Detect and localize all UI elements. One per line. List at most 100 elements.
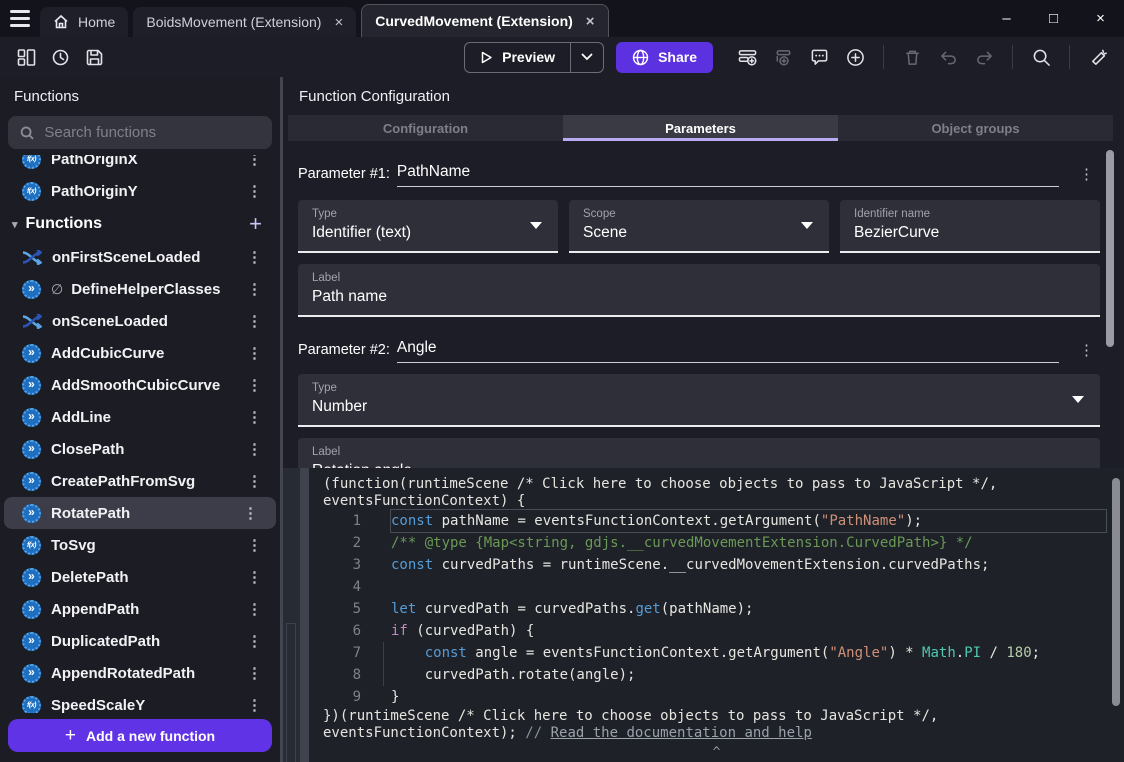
trash-icon[interactable] (898, 43, 926, 71)
menu-icon[interactable] (0, 0, 40, 37)
wand-icon[interactable] (1084, 43, 1112, 71)
function-item-AppendPath[interactable]: »AppendPath⋮ (0, 593, 280, 625)
item-menu-icon[interactable]: ⋮ (243, 600, 266, 618)
item-menu-icon[interactable]: ⋮ (243, 568, 266, 586)
item-menu-icon[interactable]: ⋮ (243, 408, 266, 426)
item-menu-icon[interactable]: ⋮ (239, 504, 262, 522)
function-item-PathOriginY[interactable]: f(x)PathOriginY⋮ (0, 175, 280, 207)
field-label: Scope (583, 208, 815, 220)
item-menu-icon[interactable]: ⋮ (243, 280, 266, 298)
function-item-AddCubicCurve[interactable]: »AddCubicCurve⋮ (0, 337, 280, 369)
function-item-AddLine[interactable]: »AddLine⋮ (0, 401, 280, 433)
parameters-scrollbar[interactable] (1106, 150, 1114, 347)
tab-boidsmovement[interactable]: BoidsMovement (Extension) × (133, 7, 356, 37)
code-line[interactable]: 6if (curvedPath) { (323, 620, 1124, 642)
function-item-onFirstSceneLoaded[interactable]: onFirstSceneLoaded⋮ (0, 241, 280, 273)
save-icon[interactable] (80, 43, 108, 71)
maximize-icon[interactable]: □ (1030, 0, 1077, 37)
tab-configuration[interactable]: Configuration (288, 115, 563, 141)
code-line[interactable]: 9} (323, 686, 1124, 708)
preview-button[interactable]: Preview (465, 43, 570, 72)
parameter-1-identifier-name-input[interactable]: Identifier name BezierCurve (840, 200, 1100, 253)
code-line[interactable]: 5let curvedPath = curvedPaths.get(pathNa… (323, 598, 1124, 620)
tab-curvedmovement[interactable]: CurvedMovement (Extension) × (361, 4, 608, 37)
search-functions-input[interactable] (44, 124, 260, 141)
item-menu-icon[interactable]: ⋮ (243, 664, 266, 682)
parameter-menu-icon[interactable]: ⋮ (1073, 165, 1100, 187)
item-menu-icon[interactable]: ⋮ (243, 248, 266, 266)
add-subevent-icon[interactable] (769, 43, 797, 71)
editor-scrollbar[interactable] (1112, 478, 1120, 706)
caret-down-icon[interactable]: ▾ (12, 218, 18, 231)
function-item-label: onSceneLoaded (52, 313, 233, 330)
item-menu-icon[interactable]: ⋮ (243, 472, 266, 490)
code-wrapper-line[interactable]: })(runtimeScene /* Click here to choose … (323, 708, 1124, 725)
item-menu-icon[interactable]: ⋮ (243, 344, 266, 362)
minimize-icon[interactable]: – (983, 0, 1030, 37)
comment-icon[interactable] (805, 43, 833, 71)
add-new-function-button[interactable]: + Add a new function (8, 719, 272, 752)
function-item-ClosePath[interactable]: »ClosePath⋮ (0, 433, 280, 465)
item-menu-icon[interactable]: ⋮ (243, 440, 266, 458)
parameter-1-name-input[interactable]: PathName (397, 163, 1059, 187)
parameter-2-name-input[interactable]: Angle (397, 339, 1059, 363)
code-line[interactable]: 7 const angle = eventsFunctionContext.ge… (323, 642, 1124, 664)
undo-icon[interactable] (934, 43, 962, 71)
javascript-code-editor[interactable]: (function(runtimeScene /* Click here to … (283, 468, 1124, 762)
function-item-label: AddSmoothCubicCurve (51, 377, 233, 394)
function-item-label: DeletePath (51, 569, 233, 586)
parameter-1-type-select[interactable]: Type Identifier (text) (298, 200, 558, 253)
item-menu-icon[interactable]: ⋮ (243, 376, 266, 394)
close-icon[interactable]: × (330, 14, 343, 31)
close-icon[interactable]: × (582, 13, 595, 30)
function-item-ToSvg[interactable]: f(x)ToSvg⋮ (0, 529, 280, 561)
function-item-RotatePath[interactable]: »RotatePath⋮ (4, 497, 276, 529)
function-item-CreatePathFromSvg[interactable]: »CreatePathFromSvg⋮ (0, 465, 280, 497)
item-menu-icon[interactable]: ⋮ (243, 696, 266, 713)
code-wrapper-line[interactable]: eventsFunctionContext); // Read the docu… (323, 725, 1124, 742)
function-item-DefineHelperClasses[interactable]: »∅DefineHelperClasses⋮ (0, 273, 280, 305)
preview-dropdown-button[interactable] (571, 43, 603, 72)
item-menu-icon[interactable]: ⋮ (243, 312, 266, 330)
add-function-icon[interactable]: + (243, 211, 268, 237)
code-line[interactable]: 8 curvedPath.rotate(angle); (323, 664, 1124, 686)
parameter-1-scope-select[interactable]: Scope Scene (569, 200, 829, 253)
chevron-up-icon[interactable]: ^ (713, 746, 721, 762)
item-menu-icon[interactable]: ⋮ (243, 155, 266, 168)
function-item-onSceneLoaded[interactable]: onSceneLoaded ⋮ (0, 305, 280, 337)
parameter-menu-icon[interactable]: ⋮ (1073, 341, 1100, 363)
code-line[interactable]: 4 (323, 576, 1124, 598)
redo-icon[interactable] (970, 43, 998, 71)
search-functions-box[interactable] (8, 116, 272, 149)
search-icon[interactable] (1027, 43, 1055, 71)
parameter-1-label-input[interactable]: Label Path name (298, 264, 1100, 317)
code-wrapper-line[interactable]: eventsFunctionContext) { (323, 493, 1124, 510)
code-line[interactable]: 3const curvedPaths = runtimeScene.__curv… (323, 554, 1124, 576)
function-item-AddSmoothCubicCurve[interactable]: »AddSmoothCubicCurve⋮ (0, 369, 280, 401)
code-line[interactable]: 1const pathName = eventsFunctionContext.… (323, 510, 1124, 532)
functions-section-header[interactable]: ▾ Functions + (0, 207, 280, 241)
add-circle-icon[interactable] (841, 43, 869, 71)
function-item-AppendRotatedPath[interactable]: »AppendRotatedPath⋮ (0, 657, 280, 689)
share-button[interactable]: Share (616, 42, 713, 73)
parameter-2-type-select[interactable]: Type Number (298, 374, 1100, 427)
close-window-icon[interactable]: × (1077, 0, 1124, 37)
add-event-icon[interactable] (733, 43, 761, 71)
code-area[interactable]: (function(runtimeScene /* Click here to … (309, 468, 1124, 762)
item-menu-icon[interactable]: ⋮ (243, 632, 266, 650)
item-menu-icon[interactable]: ⋮ (243, 536, 266, 554)
code-wrapper-line[interactable]: (function(runtimeScene /* Click here to … (323, 476, 1124, 493)
function-item-DeletePath[interactable]: »DeletePath⋮ (0, 561, 280, 593)
layout-icon[interactable] (12, 43, 40, 71)
code-line[interactable]: 2/** @type {Map<string, gdjs.__curvedMov… (323, 532, 1124, 554)
tab-home[interactable]: Home (40, 7, 128, 37)
function-item-SpeedScaleY[interactable]: f(x)SpeedScaleY⋮ (0, 689, 280, 713)
search-icon (20, 125, 34, 141)
item-menu-icon[interactable]: ⋮ (243, 182, 266, 200)
parameter-1-heading: Parameter #1: (298, 166, 390, 187)
function-item-PathOriginX[interactable]: f(x)PathOriginX⋮ (0, 155, 280, 175)
tab-parameters[interactable]: Parameters (563, 115, 838, 141)
tab-object-groups[interactable]: Object groups (838, 115, 1113, 141)
history-icon[interactable] (46, 43, 74, 71)
function-item-DuplicatedPath[interactable]: »DuplicatedPath⋮ (0, 625, 280, 657)
